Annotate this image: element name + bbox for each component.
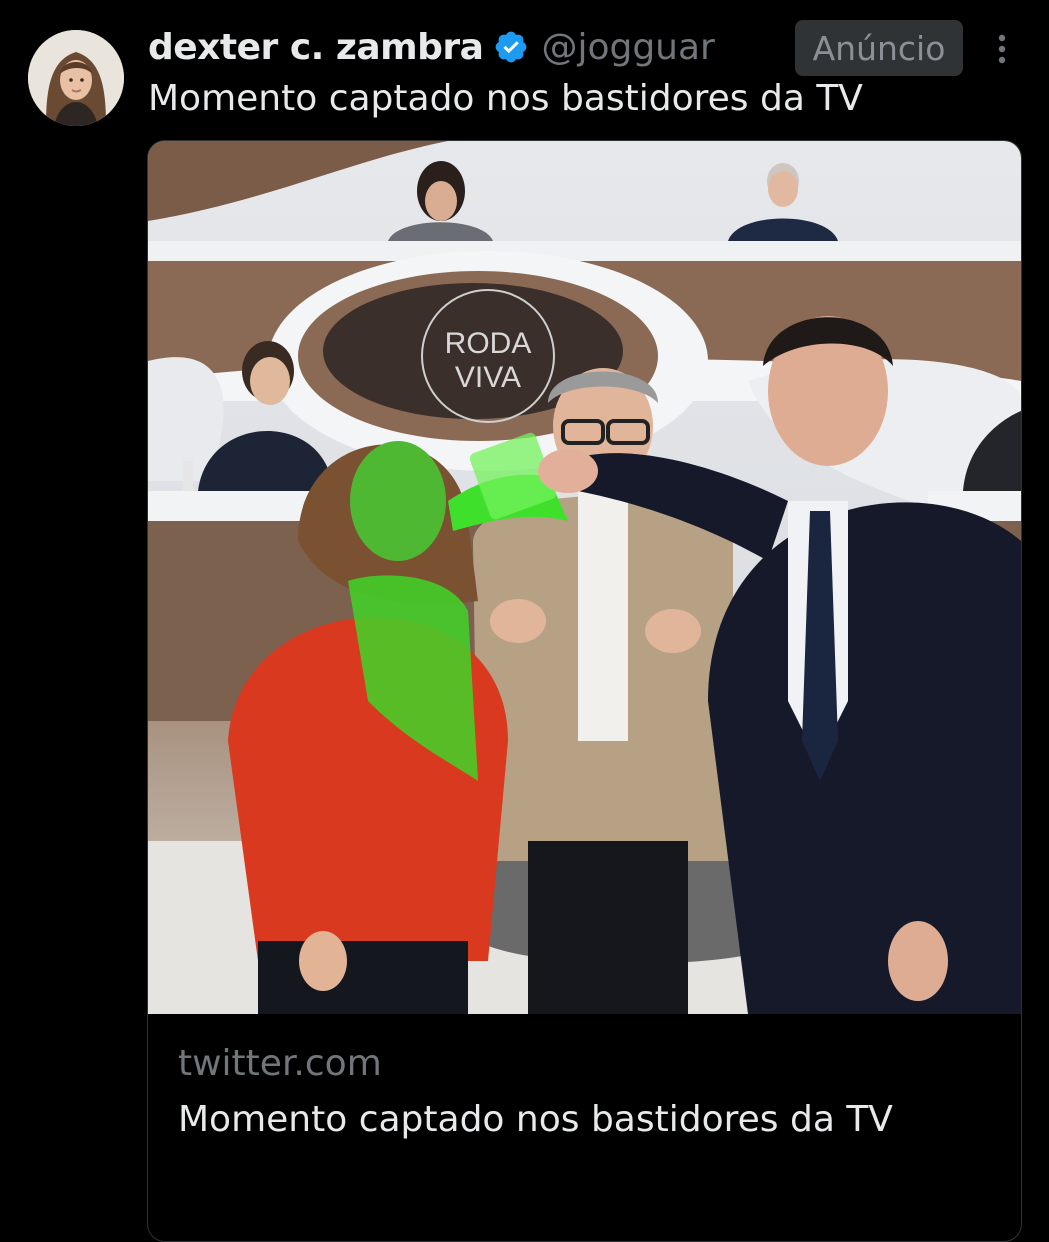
card-title[interactable]: Momento captado nos bastidores da TV: [178, 1099, 893, 1140]
tweet-header: dexter c. zambra @jogguar: [148, 22, 715, 72]
card-image[interactable]: RODA VIVA: [148, 141, 1021, 1014]
tweet-text: Momento captado nos bastidores da TV: [148, 78, 863, 119]
author-handle[interactable]: @jogguar: [541, 27, 714, 68]
logo-text-roda: RODA: [445, 327, 532, 360]
link-card[interactable]: RODA VIVA twitter.com Momento captado no…: [147, 140, 1022, 1242]
tweet[interactable]: dexter c. zambra @jogguar Anúncio Moment…: [0, 0, 1049, 1242]
verified-badge-icon: [493, 29, 529, 65]
logo-text-viva: VIVA: [455, 361, 521, 394]
ad-badge: Anúncio: [795, 20, 963, 76]
studio-photo: RODA VIVA: [148, 141, 1021, 1014]
author-display-name[interactable]: dexter c. zambra: [148, 27, 484, 68]
avatar-image: [28, 30, 124, 126]
more-vertical-icon[interactable]: [978, 22, 1026, 76]
avatar[interactable]: [28, 30, 124, 126]
card-domain[interactable]: twitter.com: [178, 1043, 382, 1084]
